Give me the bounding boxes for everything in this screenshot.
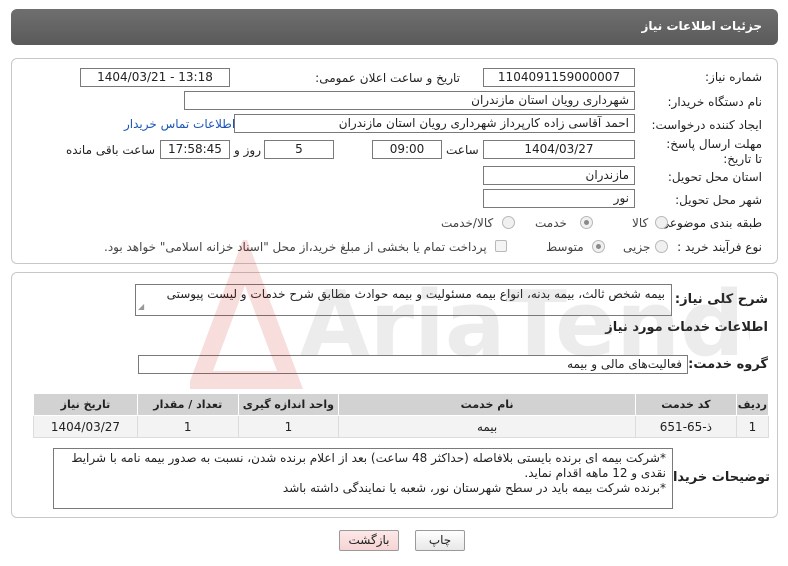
cell-unit: 1: [237, 415, 340, 438]
province-field: مازندران: [483, 166, 635, 185]
buyer-org-label: نام دستگاه خریدار:: [667, 95, 763, 109]
buyer-note-line: *برنده شرکت بیمه باید در سطح شهرستان نور…: [282, 481, 666, 495]
back-button[interactable]: بازگشت: [339, 530, 399, 551]
category-radio-goods[interactable]: [655, 216, 668, 229]
category-radio-goods-service[interactable]: [502, 216, 515, 229]
category-option-service: خدمت: [535, 216, 567, 230]
buyer-notes-label: توضیحات خریدار:: [660, 470, 770, 485]
need-number-field: 1104091159000007: [483, 68, 635, 87]
header-bar: جزئیات اطلاعات نیاز: [11, 9, 778, 45]
process-option-minor: جزیی: [623, 240, 651, 254]
cell-qty: 1: [136, 415, 239, 438]
buyer-note-line: نقدی و 12 ماهه اقدام نماید.: [524, 466, 666, 480]
cell-date: 1404/03/27: [33, 415, 138, 438]
buyer-note-line: *شرکت بیمه ای برنده بایستی بلافاصله (حدا…: [71, 451, 666, 465]
province-label: استان محل تحویل:: [667, 170, 762, 184]
category-radio-service[interactable]: [580, 216, 593, 229]
col-name: نام خدمت: [338, 393, 636, 416]
col-row: ردیف: [735, 393, 770, 416]
days-label: روز و: [234, 143, 261, 157]
table-row: 1 ذ-65-651 بیمه 1 1 1404/03/27: [33, 415, 770, 438]
deadline-time-field: 09:00: [372, 140, 442, 159]
process-radio-minor[interactable]: [655, 240, 668, 253]
service-group-field: فعالیت‌های مالی و بیمه: [138, 355, 688, 374]
process-option-medium: متوسط: [546, 240, 584, 254]
treasury-payment-checkbox[interactable]: [495, 240, 507, 252]
buyer-contact-link[interactable]: اطلاعات تماس خریدار: [124, 117, 235, 131]
deadline-date-field: 1404/03/27: [483, 140, 635, 159]
summary-label: شرح کلی نیاز:: [674, 292, 768, 307]
summary-text: بیمه شخص ثالث، بیمه بدنه، انواع بیمه مسئ…: [166, 287, 665, 301]
summary-textarea: بیمه شخص ثالث، بیمه بدنه، انواع بیمه مسئ…: [135, 284, 672, 316]
days-field: 5: [264, 140, 334, 159]
city-field: نور: [483, 189, 635, 208]
table-header-row: ردیف کد خدمت نام خدمت واحد اندازه گیری ت…: [33, 393, 770, 416]
print-button[interactable]: چاپ: [415, 530, 465, 551]
category-option-goods: کالا: [632, 216, 649, 230]
deadline-label: مهلت ارسال پاسخ: تا تاریخ:: [666, 137, 762, 166]
category-label: طبقه بندی موضوعی:: [655, 216, 762, 230]
remaining-time-field: 17:58:45: [160, 140, 230, 159]
cell-name: بیمه: [338, 415, 636, 438]
remaining-label: ساعت باقی مانده: [66, 143, 156, 157]
announce-label: تاریخ و ساعت اعلان عمومی:: [315, 71, 460, 85]
process-radio-medium[interactable]: [592, 240, 605, 253]
process-label: نوع فرآیند خرید :: [677, 240, 762, 254]
cell-row: 1: [735, 415, 770, 438]
page-title: جزئیات اطلاعات نیاز: [641, 19, 762, 33]
creator-label: ایجاد کننده درخواست:: [651, 118, 762, 132]
buyer-notes-textarea: *شرکت بیمه ای برنده بایستی بلافاصله (حدا…: [53, 448, 673, 509]
treasury-payment-note: پرداخت تمام یا بخشی از مبلغ خرید،از محل …: [104, 240, 487, 254]
announce-datetime-field: 1404/03/21 - 13:18: [80, 68, 230, 87]
deadline-time-label: ساعت: [446, 143, 479, 157]
col-date: تاریخ نیاز: [33, 393, 138, 416]
col-code: کد خدمت: [635, 393, 737, 416]
col-qty: تعداد / مقدار: [136, 393, 239, 416]
city-label: شهر محل تحویل:: [675, 193, 762, 207]
col-unit: واحد اندازه گیری: [237, 393, 340, 416]
category-option-goods-service: کالا/خدمت: [441, 216, 494, 230]
services-table: ردیف کد خدمت نام خدمت واحد اندازه گیری ت…: [33, 393, 770, 438]
creator-field: احمد آقاسی زاده کارپرداز شهرداری رویان ا…: [234, 114, 635, 133]
buyer-org-field: شهرداری رویان استان مازندران: [184, 91, 635, 110]
page: جزئیات اطلاعات نیاز شماره نیاز: 11040911…: [0, 0, 788, 566]
need-number-label: شماره نیاز:: [705, 70, 762, 84]
service-group-label: گروه خدمت:: [688, 357, 768, 372]
cell-code: ذ-65-651: [635, 415, 737, 438]
services-section-title: اطلاعات خدمات مورد نیاز: [605, 320, 768, 335]
resize-grip-icon: ◢: [138, 302, 145, 311]
